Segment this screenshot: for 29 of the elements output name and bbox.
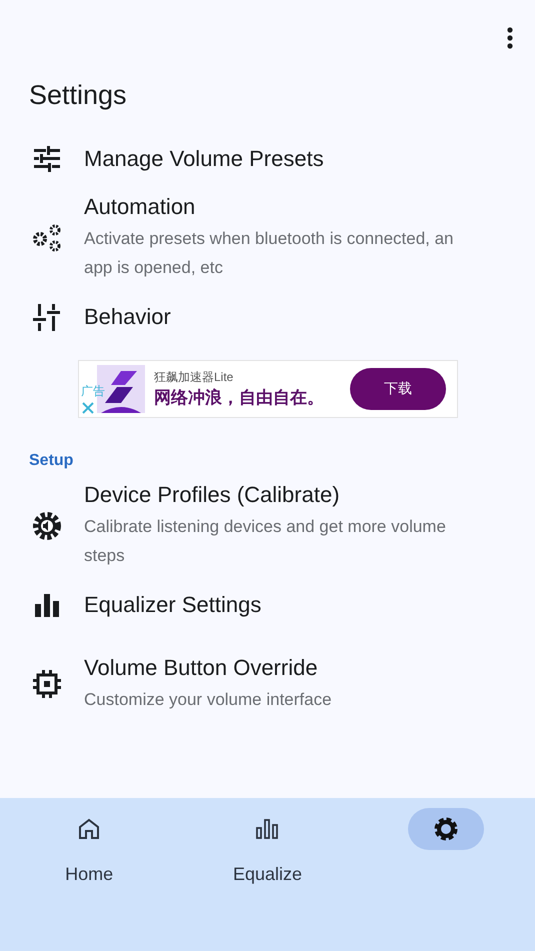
setting-description: Calibrate listening devices and get more volume steps — [84, 516, 447, 567]
ad-app-name: 狂飙加速器Lite — [154, 369, 234, 386]
bar-chart-icon — [255, 817, 280, 841]
setting-title[interactable]: Device Profiles (Calibrate) — [84, 482, 486, 508]
setting-title[interactable]: Automation — [84, 194, 486, 220]
bar-chart-icon — [34, 592, 60, 618]
home-icon — [77, 817, 102, 841]
nav-tab[interactable] — [408, 808, 484, 850]
speaker-gear-icon — [31, 510, 63, 542]
ad-headline: 网络冲浪，自由自在。 — [154, 387, 324, 409]
download-button[interactable]: 下载 — [350, 368, 446, 410]
adjust-icon — [32, 302, 62, 332]
section-header: Setup — [28, 451, 74, 471]
gears-icon — [31, 223, 63, 253]
setting-title[interactable]: Behavior — [84, 304, 171, 330]
nav-label: Home — [65, 864, 114, 885]
setting-title[interactable]: Equalizer Settings — [84, 592, 262, 618]
setting-title[interactable]: Manage Volume Presets — [84, 146, 324, 172]
sliders-icon — [32, 146, 62, 172]
nav-label: Equalize — [232, 864, 302, 885]
setting-title[interactable]: Volume Button Override — [84, 654, 332, 680]
more-options-icon[interactable] — [507, 27, 513, 49]
chip-icon — [32, 669, 62, 699]
settings-icon — [432, 815, 460, 843]
page-title: Settings — [28, 79, 128, 112]
ad-banner[interactable]: 广告 狂飙加速器Lite 网络冲浪，自由自在。 下载 — [78, 360, 458, 418]
setting-description: Activate presets when bluetooth is connected, an app is opened, etc — [84, 228, 455, 279]
setting-description: Customize your volume interface — [84, 688, 332, 710]
ad-label: 广告 — [81, 383, 105, 400]
